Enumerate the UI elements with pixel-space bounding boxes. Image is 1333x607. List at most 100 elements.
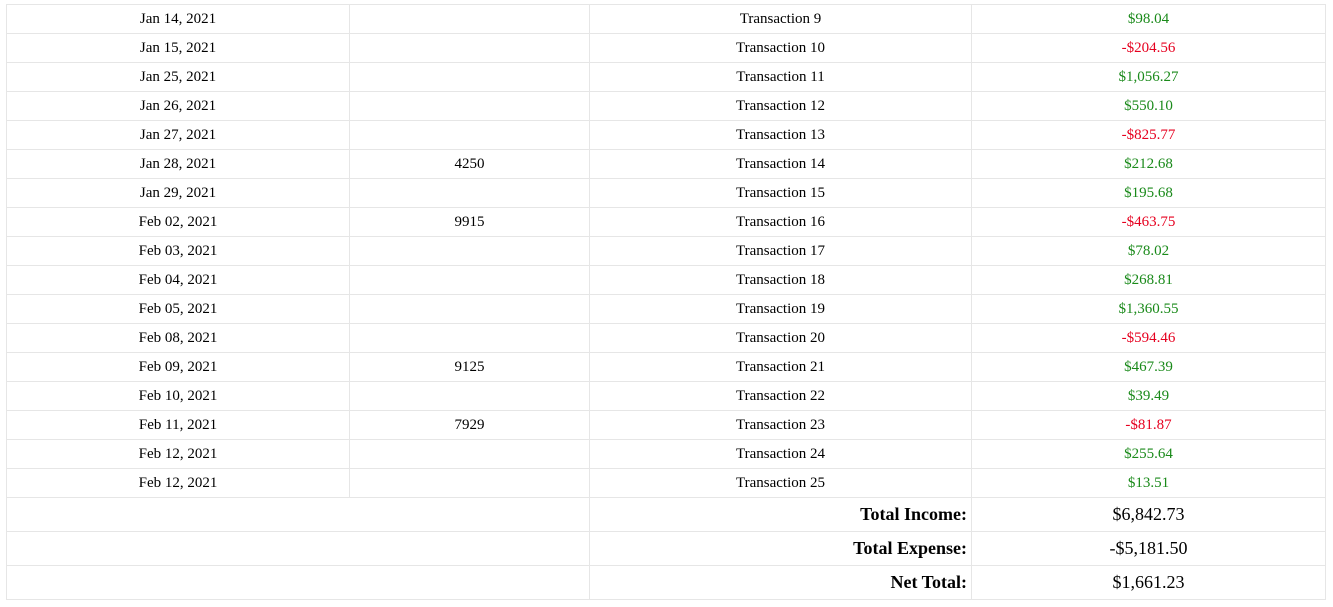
table-row: Jan 25, 2021 Transaction 11 $1,056.27 [6,62,1326,92]
total-spacer [6,531,590,566]
total-income-value: $6,842.73 [971,497,1326,532]
date-cell: Jan 25, 2021 [6,62,350,92]
total-spacer [6,497,590,532]
table-row: Jan 28, 2021 4250 Transaction 14 $212.68 [6,149,1326,179]
date-cell: Jan 14, 2021 [6,4,350,34]
table-row: Feb 03, 2021 Transaction 17 $78.02 [6,236,1326,266]
total-income-label: Total Income: [589,497,972,532]
description-cell: Transaction 11 [589,62,972,92]
table-row: Feb 08, 2021 Transaction 20 -$594.46 [6,323,1326,353]
table-row: Jan 27, 2021 Transaction 13 -$825.77 [6,120,1326,150]
total-spacer [6,565,590,600]
table-row: Feb 11, 2021 7929 Transaction 23 -$81.87 [6,410,1326,440]
date-cell: Feb 02, 2021 [6,207,350,237]
date-cell: Feb 11, 2021 [6,410,350,440]
date-cell: Jan 26, 2021 [6,91,350,121]
amount-cell: -$594.46 [971,323,1326,353]
description-cell: Transaction 23 [589,410,972,440]
table-row: Jan 14, 2021 Transaction 9 $98.04 [6,4,1326,34]
amount-cell: $1,360.55 [971,294,1326,324]
check-number-cell [349,236,590,266]
description-cell: Transaction 25 [589,468,972,498]
check-number-cell: 7929 [349,410,590,440]
date-cell: Jan 28, 2021 [6,149,350,179]
check-number-cell [349,439,590,469]
transactions-body: Jan 14, 2021 Transaction 9 $98.04 Jan 15, 2… [6,4,1326,498]
check-number-cell [349,381,590,411]
check-number-cell [349,178,590,208]
total-income-row: Total Income: $6,842.73 [6,497,1326,532]
table-row: Feb 12, 2021 Transaction 25 $13.51 [6,468,1326,498]
net-total-row: Net Total: $1,661.23 [6,565,1326,600]
description-cell: Transaction 21 [589,352,972,382]
date-cell: Feb 09, 2021 [6,352,350,382]
check-number-cell [349,468,590,498]
description-cell: Transaction 14 [589,149,972,179]
net-total-value: $1,661.23 [971,565,1326,600]
transactions-table: Jan 14, 2021 Transaction 9 $98.04 Jan 15, 2… [6,4,1326,600]
date-cell: Jan 27, 2021 [6,120,350,150]
date-cell: Feb 12, 2021 [6,439,350,469]
date-cell: Feb 08, 2021 [6,323,350,353]
amount-cell: $39.49 [971,381,1326,411]
table-row: Feb 09, 2021 9125 Transaction 21 $467.39 [6,352,1326,382]
transactions-container: Jan 14, 2021 Transaction 9 $98.04 Jan 15, 2… [6,4,1326,600]
check-number-cell [349,91,590,121]
check-number-cell: 9125 [349,352,590,382]
description-cell: Transaction 16 [589,207,972,237]
total-expense-value: -$5,181.50 [971,531,1326,566]
description-cell: Transaction 17 [589,236,972,266]
description-cell: Transaction 24 [589,439,972,469]
table-row: Jan 26, 2021 Transaction 12 $550.10 [6,91,1326,121]
description-cell: Transaction 15 [589,178,972,208]
table-row: Feb 12, 2021 Transaction 24 $255.64 [6,439,1326,469]
amount-cell: $550.10 [971,91,1326,121]
totals-section: Total Income: $6,842.73 Total Expense: -… [6,497,1326,600]
amount-cell: $1,056.27 [971,62,1326,92]
description-cell: Transaction 13 [589,120,972,150]
date-cell: Feb 04, 2021 [6,265,350,295]
table-row: Feb 10, 2021 Transaction 22 $39.49 [6,381,1326,411]
amount-cell: $268.81 [971,265,1326,295]
description-cell: Transaction 20 [589,323,972,353]
description-cell: Transaction 10 [589,33,972,63]
amount-cell: $212.68 [971,149,1326,179]
amount-cell: $255.64 [971,439,1326,469]
total-expense-label: Total Expense: [589,531,972,566]
check-number-cell [349,33,590,63]
check-number-cell: 9915 [349,207,590,237]
description-cell: Transaction 9 [589,4,972,34]
amount-cell: $467.39 [971,352,1326,382]
check-number-cell [349,265,590,295]
amount-cell: -$81.87 [971,410,1326,440]
amount-cell: $98.04 [971,4,1326,34]
table-row: Jan 29, 2021 Transaction 15 $195.68 [6,178,1326,208]
amount-cell: -$204.56 [971,33,1326,63]
table-row: Feb 02, 2021 9915 Transaction 16 -$463.75 [6,207,1326,237]
amount-cell: $13.51 [971,468,1326,498]
net-total-label: Net Total: [589,565,972,600]
check-number-cell [349,294,590,324]
amount-cell: $78.02 [971,236,1326,266]
table-row: Feb 05, 2021 Transaction 19 $1,360.55 [6,294,1326,324]
amount-cell: -$825.77 [971,120,1326,150]
date-cell: Feb 03, 2021 [6,236,350,266]
table-row: Jan 15, 2021 Transaction 10 -$204.56 [6,33,1326,63]
description-cell: Transaction 19 [589,294,972,324]
date-cell: Feb 05, 2021 [6,294,350,324]
description-cell: Transaction 12 [589,91,972,121]
date-cell: Feb 10, 2021 [6,381,350,411]
amount-cell: $195.68 [971,178,1326,208]
table-row: Feb 04, 2021 Transaction 18 $268.81 [6,265,1326,295]
check-number-cell [349,120,590,150]
description-cell: Transaction 18 [589,265,972,295]
check-number-cell [349,4,590,34]
date-cell: Jan 15, 2021 [6,33,350,63]
description-cell: Transaction 22 [589,381,972,411]
amount-cell: -$463.75 [971,207,1326,237]
check-number-cell [349,323,590,353]
check-number-cell [349,62,590,92]
date-cell: Feb 12, 2021 [6,468,350,498]
date-cell: Jan 29, 2021 [6,178,350,208]
total-expense-row: Total Expense: -$5,181.50 [6,531,1326,566]
